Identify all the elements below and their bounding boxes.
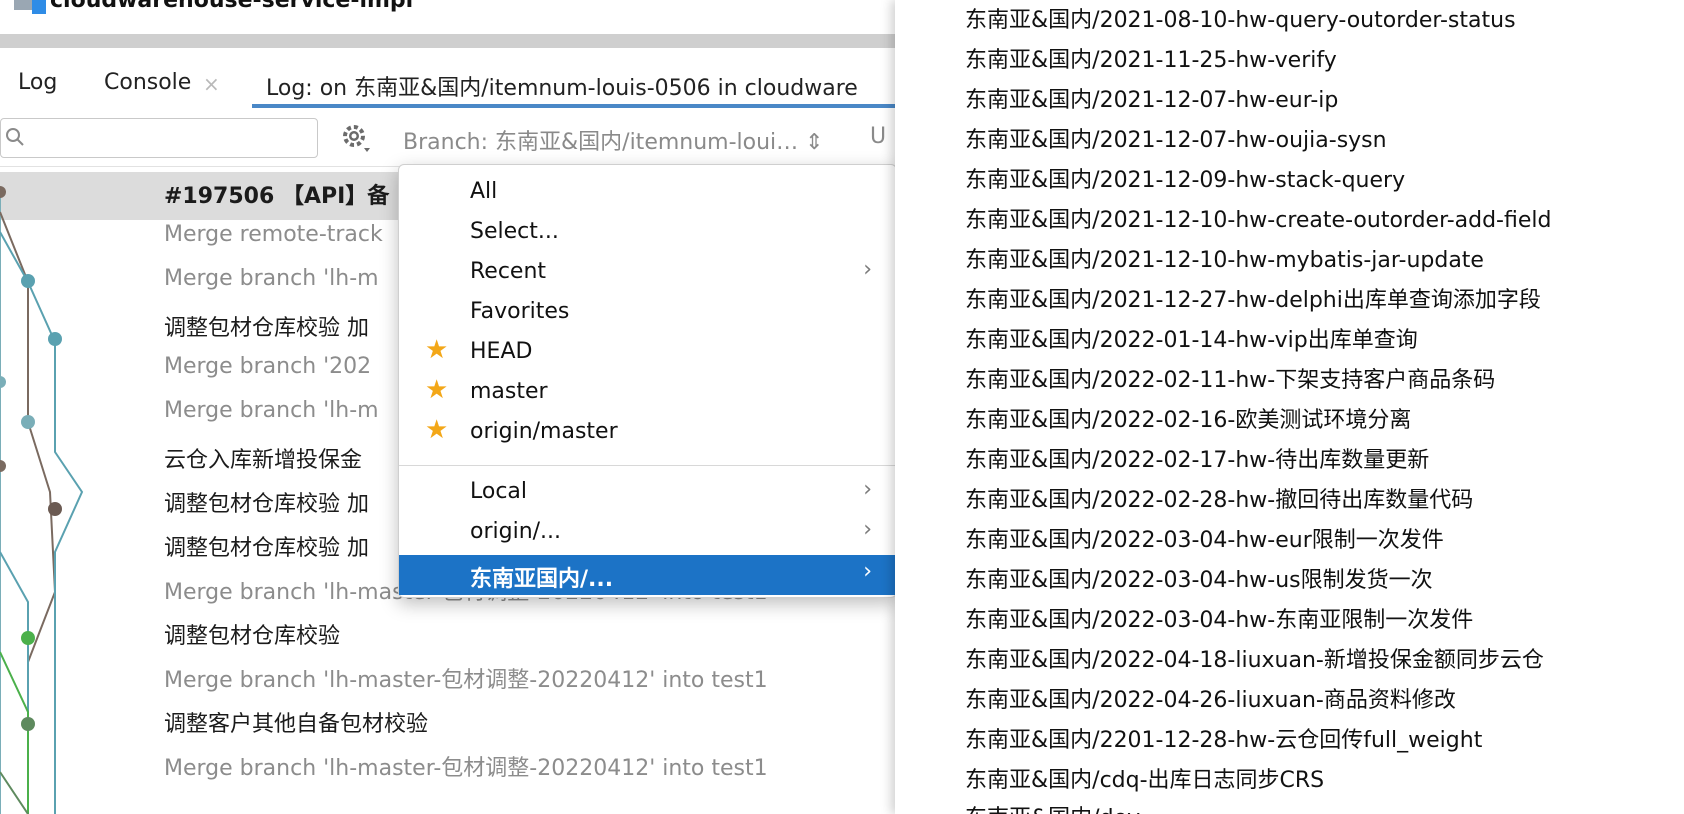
- submenu-branch-item[interactable]: 东南亚&国内/2022-02-28-hw-撤回待出库数量代码: [965, 482, 1473, 514]
- submenu-branch-item[interactable]: 东南亚&国内/2022-02-17-hw-待出库数量更新: [965, 442, 1429, 474]
- commit-row[interactable]: 调整包材仓库校验 加: [164, 530, 369, 562]
- menu-item-favorites[interactable]: Favorites: [470, 299, 569, 324]
- submenu-branch-item[interactable]: 东南亚&国内/2021-11-25-hw-verify: [965, 42, 1337, 74]
- submenu-branch-item[interactable]: 东南亚&国内/2022-02-16-欧美测试环境分离: [965, 402, 1411, 434]
- submenu-branch-item[interactable]: 东南亚&国内/2022-01-14-hw-vip出库单查询: [965, 322, 1418, 354]
- star-icon: ★: [425, 415, 449, 445]
- menu-item-dongnanya-guonei[interactable]: 东南亚国内/...: [470, 561, 613, 593]
- submenu-branch-item[interactable]: 东南亚&国内/2021-12-09-hw-stack-query: [965, 162, 1405, 194]
- chevron-right-icon: ›: [863, 477, 872, 502]
- chevron-right-icon: ›: [863, 559, 872, 584]
- commit-row[interactable]: Merge branch 'lh-m: [164, 398, 379, 423]
- menu-item-recent[interactable]: Recent: [470, 259, 546, 284]
- commit-row[interactable]: #197506 【API】备: [164, 178, 389, 210]
- star-icon: ★: [425, 335, 449, 365]
- submenu-branch-item[interactable]: 东南亚&国内/2021-12-10-hw-mybatis-jar-update: [965, 242, 1484, 274]
- star-icon: ★: [425, 375, 449, 405]
- submenu-branch-item[interactable]: 东南亚&国内/dev: [965, 800, 1140, 814]
- chevron-right-icon: ›: [863, 517, 872, 542]
- chevron-right-icon: ›: [863, 257, 872, 282]
- submenu-branch-item[interactable]: 东南亚&国内/2021-12-27-hw-delphi出库单查询添加字段: [965, 282, 1541, 314]
- commit-row[interactable]: 调整包材仓库校验 加: [164, 486, 369, 518]
- user-filter[interactable]: U: [870, 124, 886, 149]
- commit-row[interactable]: Merge branch '202: [164, 354, 371, 379]
- splitter-bar[interactable]: [0, 34, 895, 48]
- menu-item-head[interactable]: HEAD: [470, 339, 532, 364]
- menu-item-select[interactable]: Select...: [470, 219, 559, 244]
- submenu-branch-item[interactable]: 东南亚&国内/2021-12-07-hw-eur-ip: [965, 82, 1338, 114]
- submenu-branch-item[interactable]: 东南亚&国内/2021-12-10-hw-create-outorder-add…: [965, 202, 1551, 234]
- submenu-branch-item[interactable]: 东南亚&国内/cdq-出库日志同步CRS: [965, 762, 1324, 794]
- search-input[interactable]: [0, 118, 318, 158]
- tab-log[interactable]: Log: [18, 70, 57, 95]
- menu-item-origin[interactable]: origin/...: [470, 519, 561, 544]
- tab-console-close-icon[interactable]: ×: [203, 72, 220, 96]
- submenu-branch-item[interactable]: 东南亚&国内/2022-03-04-hw-东南亚限制一次发件: [965, 602, 1473, 634]
- tab-console[interactable]: Console: [104, 70, 191, 95]
- git-log-panel: cloudwarehouse-service-impl _ Log Consol…: [0, 0, 895, 814]
- tool-window-tabs: Log Console × Log: on 东南亚&国内/itemnum-lou…: [0, 60, 895, 110]
- branch-filter[interactable]: Branch: 东南亚&国内/itemnum-loui… ⇕: [403, 124, 824, 156]
- folder-icon: [32, 0, 46, 14]
- commit-row[interactable]: Merge branch 'lh-master-包材调整-20220412' i…: [164, 662, 768, 694]
- tab-log-branch[interactable]: Log: on 东南亚&国内/itemnum-louis-0506 in clo…: [266, 70, 858, 102]
- gear-icon[interactable]: [340, 122, 372, 154]
- menu-item-all[interactable]: All: [470, 179, 497, 204]
- project-titlebar: cloudwarehouse-service-impl _: [0, 0, 895, 37]
- search-icon: [6, 128, 24, 146]
- submenu-branch-item[interactable]: 东南亚&国内/2022-03-04-hw-us限制发货一次: [965, 562, 1433, 594]
- branch-submenu: 东南亚&国内/2021-08-10-hw-query-outorder-stat…: [895, 0, 1684, 814]
- branch-filter-menu: All Select... Recent › Favorites ★ HEAD …: [398, 164, 895, 598]
- menu-item-local[interactable]: Local: [470, 479, 527, 504]
- menu-divider: [399, 465, 895, 466]
- log-toolbar: Branch: 东南亚&国内/itemnum-loui… ⇕ U: [0, 110, 895, 167]
- module-icon: [14, 0, 32, 10]
- commit-row[interactable]: 云仓入库新增投保金: [164, 442, 362, 474]
- submenu-branch-item[interactable]: 东南亚&国内/2021-12-07-hw-oujia-sysn: [965, 122, 1387, 154]
- commit-row[interactable]: Merge branch 'lh-master-包材调整-20220412' i…: [164, 750, 768, 782]
- menu-item-master[interactable]: master: [470, 379, 548, 404]
- submenu-branch-item[interactable]: 东南亚&国内/2022-02-11-hw-下架支持客户商品条码: [965, 362, 1495, 394]
- submenu-branch-item[interactable]: 东南亚&国内/2021-08-10-hw-query-outorder-stat…: [965, 2, 1516, 34]
- submenu-branch-item[interactable]: 东南亚&国内/2022-03-04-hw-eur限制一次发件: [965, 522, 1444, 554]
- commit-row[interactable]: 调整客户其他自备包材校验: [164, 706, 428, 738]
- project-title: cloudwarehouse-service-impl: [50, 0, 414, 13]
- submenu-branch-item[interactable]: 东南亚&国内/2022-04-18-liuxuan-新增投保金额同步云仓: [965, 642, 1544, 674]
- commit-row[interactable]: Merge branch 'lh-m: [164, 266, 379, 291]
- active-tab-indicator: [252, 104, 895, 108]
- menu-item-origin-master[interactable]: origin/master: [470, 419, 618, 444]
- submenu-branch-item[interactable]: 东南亚&国内/2022-04-26-liuxuan-商品资料修改: [965, 682, 1456, 714]
- commit-row[interactable]: 调整包材仓库校验: [164, 618, 340, 650]
- commit-graph: [0, 186, 84, 814]
- commit-row[interactable]: 调整包材仓库校验 加: [164, 310, 369, 342]
- submenu-branch-item[interactable]: 东南亚&国内/2201-12-28-hw-云仓回传full_weight: [965, 722, 1482, 754]
- commit-row[interactable]: Merge remote-track: [164, 222, 383, 247]
